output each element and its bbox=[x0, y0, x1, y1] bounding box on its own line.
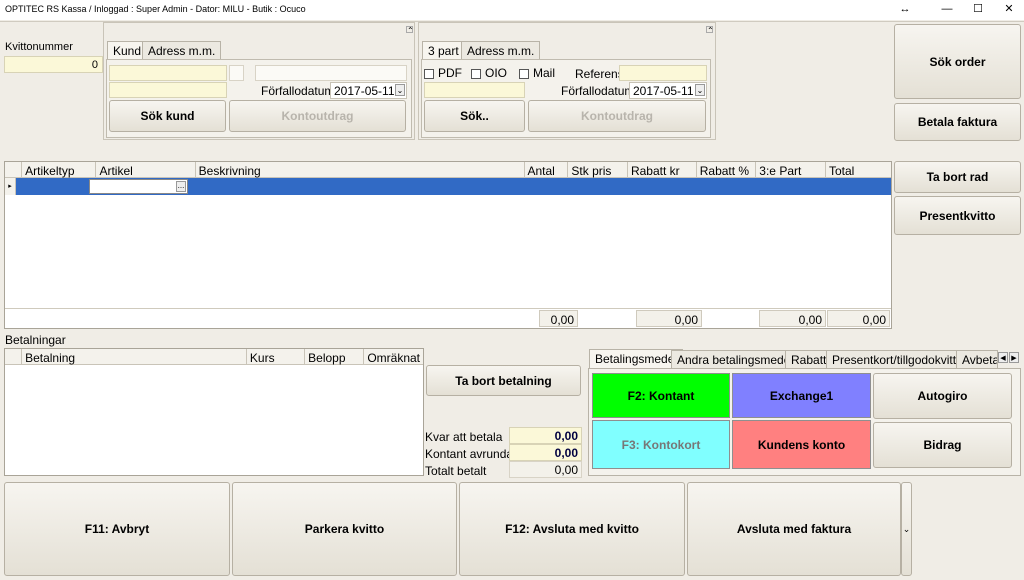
exchange-button[interactable]: Exchange1 bbox=[732, 373, 871, 418]
column-header[interactable]: Belopp bbox=[305, 349, 365, 365]
tab-customer-address[interactable]: Adress m.m. bbox=[142, 41, 222, 60]
row-header-corner bbox=[5, 349, 23, 365]
checkbox-icon[interactable] bbox=[424, 68, 434, 79]
finish-with-invoice-button[interactable]: Avsluta med faktura bbox=[687, 482, 901, 576]
reference-field[interactable] bbox=[619, 65, 707, 81]
total-discount-kr: 0,00 bbox=[636, 310, 702, 327]
third-party-number-field[interactable] bbox=[424, 82, 525, 98]
column-header[interactable]: Artikel bbox=[96, 162, 196, 178]
customer-name-field[interactable] bbox=[255, 65, 407, 81]
collapse-icon[interactable]: ⌃ bbox=[706, 26, 714, 35]
customer-due-date-value: 2017-05-11 bbox=[334, 84, 395, 98]
collapse-icon[interactable]: ⌃ bbox=[406, 26, 414, 35]
divider bbox=[5, 308, 891, 309]
remove-payment-button[interactable]: Ta bort betalning bbox=[426, 365, 581, 396]
search-order-button[interactable]: Sök order bbox=[894, 24, 1021, 99]
column-header[interactable]: Rabatt % bbox=[696, 162, 757, 178]
article-grid-header: Artikeltyp Artikel Beskrivning Antal Stk… bbox=[5, 162, 892, 178]
third-party-search-button[interactable]: Sök.. bbox=[424, 100, 525, 132]
close-icon[interactable]: ✕ bbox=[994, 0, 1024, 20]
column-header[interactable]: Rabatt kr bbox=[627, 162, 697, 178]
cash-rounded-label: Kontant avrundat bbox=[425, 447, 517, 461]
chevron-right-icon[interactable]: ▶ bbox=[1009, 352, 1019, 363]
oio-label: OIO bbox=[485, 66, 508, 80]
resize-icon[interactable]: ↔ bbox=[890, 0, 920, 20]
chevron-down-icon[interactable]: ⌄ bbox=[395, 84, 405, 96]
article-input[interactable]: ... bbox=[89, 179, 188, 194]
customer-flag-field[interactable] bbox=[229, 65, 244, 81]
chevron-down-icon[interactable]: ⌄ bbox=[695, 84, 705, 96]
cancel-button[interactable]: F11: Avbryt bbox=[4, 482, 230, 576]
maximize-icon[interactable]: ☐ bbox=[963, 0, 993, 20]
customer-secondary-field[interactable] bbox=[109, 82, 227, 98]
tab-other-payment-methods[interactable]: Andra betalingsmedel bbox=[671, 350, 800, 368]
finish-with-receipt-button[interactable]: F12: Avsluta med kvitto bbox=[459, 482, 685, 576]
park-receipt-button[interactable]: Parkera kvitto bbox=[232, 482, 457, 576]
total-quantity: 0,00 bbox=[539, 310, 578, 327]
remove-row-button[interactable]: Ta bort rad bbox=[894, 161, 1021, 193]
column-header[interactable]: Artikeltyp bbox=[22, 162, 97, 178]
customer-due-date[interactable]: 2017-05-11 ⌄ bbox=[330, 82, 407, 99]
autogiro-button[interactable]: Autogiro bbox=[873, 373, 1012, 419]
gift-receipt-button[interactable]: Presentkvitto bbox=[894, 196, 1021, 235]
column-header[interactable]: Antal bbox=[524, 162, 569, 178]
pdf-label: PDF bbox=[438, 66, 462, 80]
chevron-down-icon[interactable]: ⌄ bbox=[901, 482, 912, 576]
third-party-due-date[interactable]: 2017-05-11 ⌄ bbox=[629, 82, 707, 99]
bidrag-button[interactable]: Bidrag bbox=[873, 422, 1012, 468]
column-header[interactable]: Omräknat bbox=[364, 349, 423, 365]
total-sum: 0,00 bbox=[827, 310, 890, 327]
checkbox-icon[interactable] bbox=[471, 68, 481, 79]
row-pointer-icon: ▸ bbox=[5, 178, 16, 195]
window-title: OPTITEC RS Kassa / Inloggad : Super Admi… bbox=[5, 4, 306, 14]
cash-button[interactable]: F2: Kontant bbox=[592, 373, 730, 418]
oio-checkbox[interactable]: OIO bbox=[471, 66, 507, 80]
mail-label: Mail bbox=[533, 66, 556, 80]
tab-third-party[interactable]: 3 part bbox=[422, 41, 465, 60]
chevron-left-icon[interactable]: ◀ bbox=[998, 352, 1008, 363]
table-row[interactable]: ▸ ... bbox=[5, 178, 891, 195]
customer-account-button[interactable]: Kundens konto bbox=[732, 420, 871, 469]
ellipsis-icon[interactable]: ... bbox=[176, 181, 186, 192]
tab-third-party-address[interactable]: Adress m.m. bbox=[461, 41, 541, 60]
reference-label: Referens bbox=[575, 67, 624, 81]
remaining-value: 0,00 bbox=[509, 427, 582, 444]
receipt-number-label: Kvittonummer bbox=[5, 41, 73, 53]
pay-invoice-button[interactable]: Betala faktura bbox=[894, 103, 1021, 141]
total-third-party: 0,00 bbox=[759, 310, 826, 327]
column-header[interactable]: Betalning bbox=[22, 349, 247, 365]
customer-statement-button: Kontoutdrag bbox=[229, 100, 406, 132]
column-header[interactable]: Stk pris bbox=[568, 162, 628, 178]
payment-tabs: Betalingsmedel Andra betalingsmedel Raba… bbox=[588, 348, 1021, 368]
total-paid-label: Totalt betalt bbox=[425, 464, 487, 478]
title-bar: OPTITEC RS Kassa / Inloggad : Super Admi… bbox=[0, 0, 1024, 20]
due-date-label: Förfallodatum bbox=[261, 84, 335, 98]
payments-label: Betalningar bbox=[5, 333, 66, 347]
row-header-corner bbox=[5, 162, 23, 178]
receipt-number-field[interactable]: 0 bbox=[4, 56, 103, 73]
pdf-checkbox[interactable]: PDF bbox=[424, 66, 462, 80]
due-date-label: Förfallodatum bbox=[561, 84, 635, 98]
column-header[interactable]: Beskrivning bbox=[195, 162, 525, 178]
third-party-due-date-value: 2017-05-11 bbox=[633, 84, 694, 98]
cash-rounded-value: 0,00 bbox=[509, 444, 582, 461]
third-party-statement-button: Kontoutdrag bbox=[528, 100, 706, 132]
tab-gift-card[interactable]: Presentkort/tillgodokvitto bbox=[826, 350, 969, 368]
mail-checkbox[interactable]: Mail bbox=[519, 66, 555, 80]
checkbox-icon[interactable] bbox=[519, 68, 529, 79]
customer-number-field[interactable] bbox=[109, 65, 227, 81]
payments-grid[interactable] bbox=[4, 348, 424, 476]
search-customer-button[interactable]: Sök kund bbox=[109, 100, 226, 132]
minimize-icon[interactable]: — bbox=[932, 0, 962, 20]
tab-installment[interactable]: Avbetal bbox=[956, 350, 998, 368]
remaining-label: Kvar att betala bbox=[425, 430, 503, 444]
column-header[interactable]: Total bbox=[826, 162, 892, 178]
card-button[interactable]: F3: Kontokort bbox=[592, 420, 730, 469]
column-header[interactable]: Kurs bbox=[246, 349, 306, 365]
tab-payment-methods[interactable]: Betalingsmedel bbox=[589, 349, 684, 368]
payments-grid-header: Betalning Kurs Belopp Omräknat bbox=[5, 349, 423, 365]
total-paid-value: 0,00 bbox=[509, 461, 582, 478]
column-header[interactable]: 3:e Part bbox=[756, 162, 826, 178]
